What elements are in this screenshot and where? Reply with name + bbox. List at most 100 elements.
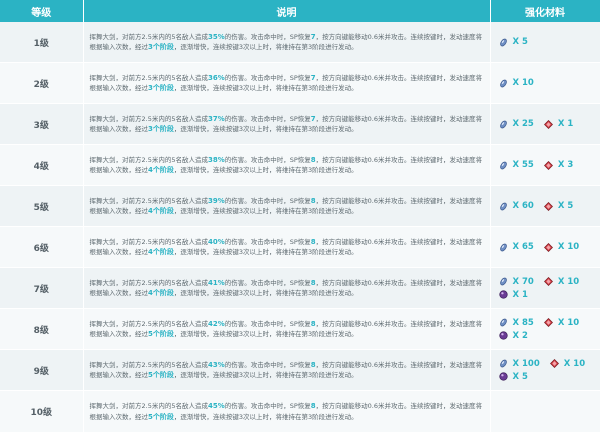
header-level: 等级 (0, 0, 84, 22)
level-cell: 2级 (0, 62, 84, 104)
table-row: 4级 挥舞大剑，对前方2.5米内的5名敌人造成38%的伤害。攻击命中时，SP恢复8… (0, 144, 600, 186)
material-quantity: X 10 (512, 78, 534, 88)
blue-crystal-icon (499, 120, 508, 129)
material-quantity: X 70 (512, 276, 534, 287)
description-text: 的伤害。攻击命中时，SP恢复 (224, 155, 311, 164)
material-line: X 2 (498, 329, 600, 342)
material-line: X 5 (498, 370, 600, 383)
description-text: ，逐渐增快，连续按键3次以上时，将维持在第3阶段进行发动。 (173, 84, 358, 92)
material-item: X 1 (543, 119, 574, 129)
highlight-value: 40% (207, 237, 225, 246)
material-item: X 25 (499, 119, 534, 129)
description-text: 挥舞大剑，对前方2.5米内的5名敌人造成 (89, 402, 208, 411)
blue-crystal-icon (499, 38, 508, 47)
material-item: X 10 (543, 242, 580, 252)
blue-crystal-icon (499, 79, 508, 88)
description-text: 挥舞大剑，对前方2.5米内的5名敌人造成 (89, 155, 208, 164)
level-cell: 7级 (0, 267, 84, 309)
blue-crystal-icon (499, 277, 508, 286)
material-item: X 5 (543, 201, 573, 211)
description-text: 的伤害。攻击命中时，SP恢复 (224, 196, 311, 205)
description-text: 的伤害。攻击命中时，SP恢复 (224, 237, 311, 246)
description-text: ，逐渐增快，连续按键3次以上时，将维持在第3阶段进行发动。 (173, 371, 358, 379)
material-item: X 10 (549, 358, 586, 369)
material-quantity: X 1 (557, 119, 574, 129)
material-item: X 5 (498, 372, 528, 382)
highlight-value: 4个阶段 (148, 248, 174, 256)
purple-orb-icon (498, 290, 508, 299)
description-cell: 挥舞大剑，对前方2.5米内的5名敌人造成37%的伤害。攻击命中时，SP恢复7，按… (83, 103, 491, 145)
highlight-value: 36% (207, 73, 225, 82)
material-line: X 100 X 10 (499, 357, 600, 370)
materials-cell: X 55 X 3 (490, 144, 600, 186)
material-quantity: X 65 (512, 242, 534, 252)
material-line: X 85 X 10 (499, 316, 600, 329)
blue-crystal-icon (499, 318, 508, 327)
highlight-value: 5个阶段 (148, 330, 174, 338)
level-cell: 6级 (0, 226, 84, 268)
highlight-value: 43% (207, 360, 225, 369)
material-item: X 5 (499, 37, 528, 47)
table-row: 2级 挥舞大剑，对前方2.5米内的5名敌人造成36%的伤害。攻击命中时，SP恢复7… (0, 62, 600, 104)
highlight-value: 3个阶段 (148, 84, 174, 92)
material-quantity: X 2 (512, 330, 528, 341)
material-item: X 3 (543, 160, 574, 170)
material-line: X 25 X 1 (499, 118, 600, 131)
table-row: 7级 挥舞大剑，对前方2.5米内的5名敌人造成41%的伤害。攻击命中时，SP恢复8… (0, 267, 600, 309)
materials-cell (490, 390, 600, 433)
material-item: X 1 (498, 290, 528, 300)
material-quantity: X 100 (512, 358, 540, 369)
materials-cell: X 70 X 10 X 1 (490, 267, 600, 309)
description-text: 挥舞大剑，对前方2.5米内的5名敌人造成 (89, 278, 208, 287)
description-cell: 挥舞大剑，对前方2.5米内的5名敌人造成43%的伤害。攻击命中时，SP恢复8，按… (83, 349, 491, 391)
material-quantity: X 10 (557, 276, 580, 287)
table-row: 5级 挥舞大剑，对前方2.5米内的5名敌人造成39%的伤害。攻击命中时，SP恢复8… (0, 185, 600, 227)
red-crystal-icon (543, 242, 553, 252)
table-row: 6级 挥舞大剑，对前方2.5米内的5名敌人造成40%的伤害。攻击命中时，SP恢复8… (0, 226, 600, 268)
material-quantity: X 85 (512, 317, 534, 328)
highlight-value: 4个阶段 (148, 166, 174, 174)
materials-cell: X 5 (490, 22, 600, 63)
description-text: 挥舞大剑，对前方2.5米内的5名敌人造成 (89, 360, 208, 369)
highlight-value: 5个阶段 (148, 371, 174, 379)
material-quantity: X 10 (557, 317, 580, 328)
materials-cell: X 25 X 1 (490, 103, 600, 145)
material-line: X 10 (499, 77, 600, 90)
material-quantity: X 10 (557, 242, 580, 252)
highlight-value: 35% (207, 32, 225, 41)
material-item: X 85 (499, 318, 534, 328)
level-cell: 4级 (0, 144, 84, 186)
table-row: 3级 挥舞大剑，对前方2.5米内的5名敌人造成37%的伤害。攻击命中时，SP恢复7… (0, 103, 600, 145)
material-quantity: X 55 (512, 160, 534, 170)
material-item: X 60 (499, 201, 534, 211)
red-crystal-icon (549, 359, 559, 368)
red-crystal-icon (543, 160, 553, 170)
description-text: 的伤害。攻击命中时，SP恢复 (224, 319, 311, 328)
material-item: X 10 (543, 317, 580, 328)
highlight-value: 4个阶段 (148, 207, 174, 215)
material-quantity: X 3 (557, 160, 574, 170)
description-cell: 挥舞大剑，对前方2.5米内的5名敌人造成39%的伤害。攻击命中时，SP恢复8，按… (83, 185, 491, 227)
description-text: ，逐渐增快，连续按键3次以上时，将维持在第3阶段进行发动。 (173, 43, 358, 51)
highlight-value: 45% (207, 402, 225, 411)
description-text: ，逐渐增快，连续按键3次以上时，将维持在第3阶段进行发动。 (173, 125, 358, 133)
material-item: X 55 (499, 160, 534, 170)
blue-crystal-icon (499, 161, 508, 170)
material-quantity: X 5 (512, 37, 528, 47)
description-cell: 挥舞大剑，对前方2.5米内的5名敌人造成42%的伤害。攻击命中时，SP恢复8，按… (83, 308, 491, 350)
purple-orb-icon (498, 331, 508, 340)
description-text: ，逐渐增快，连续按键3次以上时，将维持在第3阶段进行发动。 (173, 166, 358, 174)
description-text: ，逐渐增快，连续按键3次以上时，将维持在第3阶段进行发动。 (173, 330, 358, 338)
highlight-value: 41% (207, 278, 225, 287)
material-item: X 65 (499, 242, 534, 252)
description-cell: 挥舞大剑，对前方2.5米内的5名敌人造成40%的伤害。攻击命中时，SP恢复8，按… (83, 226, 491, 268)
description-cell: 挥舞大剑，对前方2.5米内的5名敌人造成36%的伤害。攻击命中时，SP恢复7，按… (83, 62, 491, 104)
red-crystal-icon (543, 201, 553, 211)
description-cell: 挥舞大剑，对前方2.5米内的5名敌人造成41%的伤害。攻击命中时，SP恢复8，按… (83, 267, 491, 309)
material-quantity: X 10 (563, 358, 586, 369)
material-item: X 2 (498, 330, 528, 341)
description-text: ，逐渐增快，连续按键3次以上时，将维持在第3阶段进行发动。 (173, 248, 358, 256)
material-item: X 100 (499, 359, 540, 369)
blue-crystal-icon (499, 243, 508, 252)
highlight-value: 3个阶段 (148, 125, 174, 133)
